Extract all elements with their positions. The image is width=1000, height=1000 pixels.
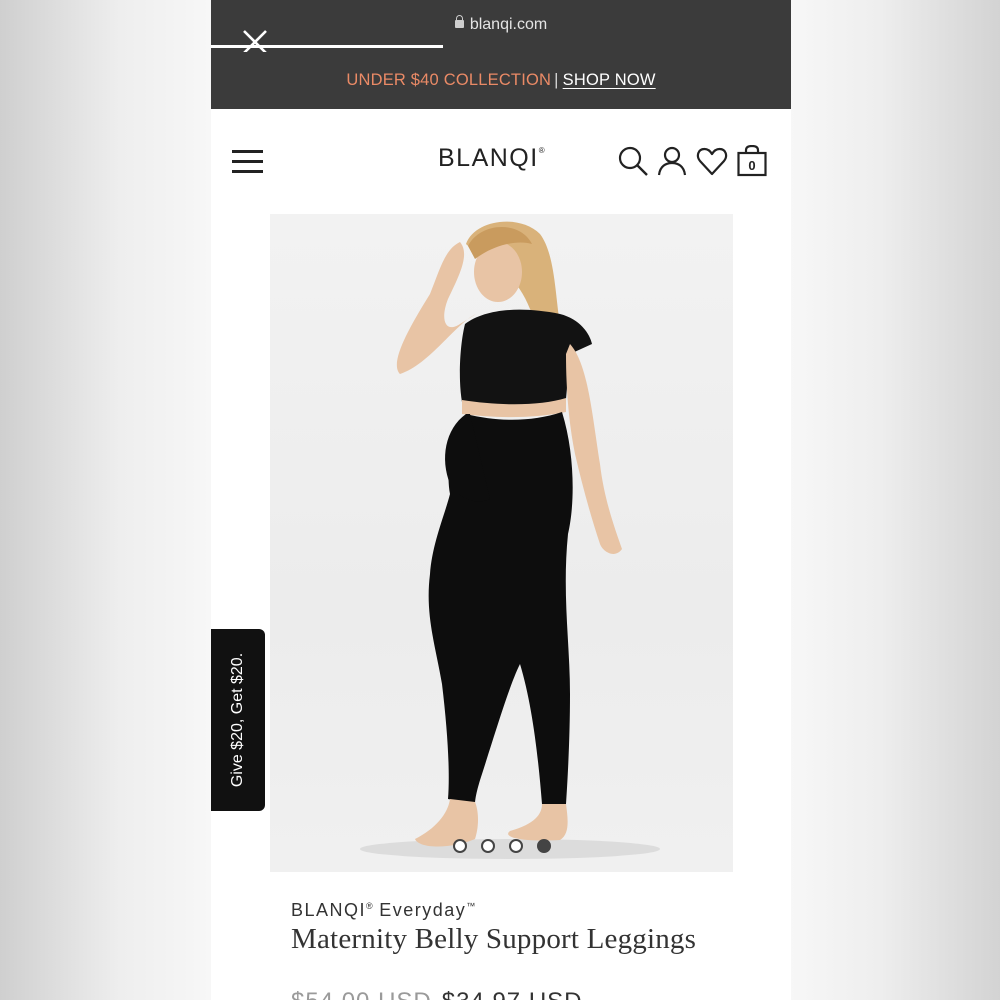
cart-count: 0 <box>748 158 755 173</box>
product-price: $54.00 USD $34.97 USD <box>291 988 583 1000</box>
cart-button[interactable]: 0 <box>736 144 768 177</box>
menu-button[interactable] <box>232 149 264 173</box>
url-text: blanqi.com <box>469 16 548 33</box>
site-header: BLANQI® 0 <box>211 109 791 214</box>
address-bar[interactable]: blanqi.com <box>211 15 791 34</box>
logo-registered-mark: ® <box>538 145 545 155</box>
carousel-dot[interactable] <box>536 839 551 853</box>
promo-banner: UNDER $40 COLLECTION | SHOP NOW <box>211 52 791 109</box>
brand-logo[interactable]: BLANQI® <box>438 144 545 173</box>
original-price: $54.00 USD <box>291 988 432 1000</box>
model-photo <box>360 221 660 859</box>
wishlist-heart-icon <box>696 147 728 176</box>
carousel-dot[interactable] <box>452 839 467 853</box>
referral-tab[interactable]: Give $20, Get $20. <box>211 629 265 811</box>
product-title: Maternity Belly Support Leggings <box>291 923 697 955</box>
promo-text: UNDER $40 COLLECTION <box>346 71 552 89</box>
image-carousel-dots <box>270 839 733 858</box>
sale-price: $34.97 USD <box>442 988 583 1000</box>
menu-icon <box>232 150 263 153</box>
lock-icon <box>454 15 464 28</box>
line-trademark: ™ <box>466 901 476 911</box>
search-icon <box>618 146 648 176</box>
carousel-dot[interactable] <box>508 839 523 853</box>
shop-now-link[interactable]: SHOP NOW <box>563 71 656 89</box>
logo-text: BLANQI <box>438 144 539 172</box>
brand-registered-mark: ® <box>366 901 373 911</box>
referral-tab-label: Give $20, Get $20. <box>229 652 246 788</box>
account-button[interactable] <box>656 145 688 177</box>
menu-icon-bar <box>232 160 263 163</box>
wishlist-button[interactable] <box>696 145 728 177</box>
search-button[interactable] <box>617 145 649 177</box>
cart-bag-icon: 0 <box>737 144 767 177</box>
product-brand-line: BLANQI® Everyday™ <box>291 900 475 921</box>
menu-icon-bar <box>232 170 263 173</box>
product-brand: BLANQI <box>291 900 367 920</box>
story-progress-bar <box>211 45 791 48</box>
promo-separator: | <box>554 71 559 89</box>
mobile-browser-screen: blanqi.com UNDER $40 COLLECTION | SHOP NOW… <box>211 0 791 1000</box>
account-icon <box>657 146 687 176</box>
browser-top-bar: blanqi.com <box>211 0 791 54</box>
carousel-dot[interactable] <box>480 839 495 853</box>
product-image[interactable] <box>270 214 733 872</box>
product-line: Everyday <box>379 900 467 920</box>
